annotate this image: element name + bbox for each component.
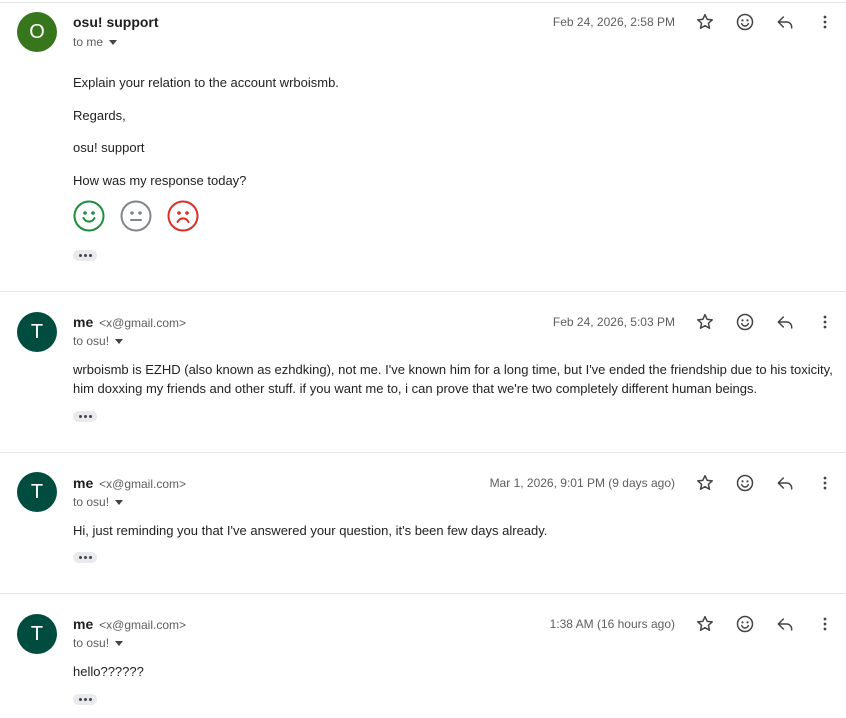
sender-name[interactable]: me [73, 314, 93, 330]
chevron-down-icon[interactable] [109, 40, 118, 45]
sender[interactable]: osu! support [73, 14, 159, 30]
message-date[interactable]: Feb 24, 2026, 2:58 PM [553, 15, 675, 29]
reply-icon[interactable] [773, 612, 797, 636]
message-date[interactable]: Feb 24, 2026, 5:03 PM [553, 315, 675, 329]
divider [0, 2, 846, 3]
emoji-icon[interactable] [733, 310, 757, 334]
message-body: wrboismb is EZHD (also known as ezhdking… [73, 360, 834, 398]
recipients-label: to osu! [73, 495, 110, 509]
reply-icon[interactable] [773, 10, 797, 34]
show-trimmed-content-button[interactable] [73, 552, 97, 563]
sender[interactable]: me <x@gmail.com> [73, 616, 186, 632]
more-vert-icon[interactable] [813, 612, 837, 636]
avatar[interactable]: O [17, 12, 57, 52]
recipients-toggle[interactable]: to me [73, 35, 118, 49]
recipients-toggle[interactable]: to osu! [73, 495, 124, 509]
message-body: hello?????? [73, 662, 834, 681]
body-paragraph: Regards, [73, 108, 126, 123]
divider [0, 452, 846, 453]
more-vert-icon[interactable] [813, 471, 837, 495]
ellipsis-icon [88, 556, 92, 559]
show-trimmed-content-button[interactable] [73, 411, 97, 422]
ellipsis-icon [88, 254, 92, 257]
show-trimmed-content-button[interactable] [73, 694, 97, 705]
more-vert-icon[interactable] [813, 310, 837, 334]
ellipsis-icon [83, 415, 87, 418]
chevron-down-icon[interactable] [115, 641, 124, 646]
sender-email: <x@gmail.com> [99, 618, 187, 632]
star-icon[interactable] [693, 310, 717, 334]
show-trimmed-content-button[interactable] [73, 250, 97, 261]
emoji-icon[interactable] [733, 10, 757, 34]
avatar-letter: T [30, 320, 44, 343]
ellipsis-icon [83, 254, 87, 257]
star-icon[interactable] [693, 10, 717, 34]
body-paragraph: wrboismb is EZHD (also known as ezhdking… [73, 362, 833, 396]
star-icon[interactable] [693, 471, 717, 495]
message-date[interactable]: 1:38 AM (16 hours ago) [550, 617, 675, 631]
body-paragraph: Explain your relation to the account wrb… [73, 75, 339, 90]
message-body: How was my response today? [73, 171, 834, 190]
ellipsis-icon [78, 556, 82, 559]
happy-face-icon[interactable] [73, 200, 105, 232]
avatar[interactable]: T [17, 312, 57, 352]
sender[interactable]: me <x@gmail.com> [73, 314, 186, 330]
neutral-face-icon[interactable] [120, 200, 152, 232]
reply-icon[interactable] [773, 310, 797, 334]
body-paragraph: hello?????? [73, 664, 144, 679]
avatar-letter: T [30, 480, 44, 503]
recipients-label: to osu! [73, 334, 110, 348]
avatar-letter: O [29, 20, 45, 43]
ellipsis-icon [83, 556, 87, 559]
message-body: osu! support [73, 138, 834, 157]
sender[interactable]: me <x@gmail.com> [73, 475, 186, 491]
ellipsis-icon [88, 698, 92, 701]
chevron-down-icon[interactable] [115, 339, 124, 344]
signature: osu! support [73, 140, 145, 155]
feedback-rating [73, 200, 199, 232]
ellipsis-icon [78, 698, 82, 701]
sender-email: <x@gmail.com> [99, 316, 187, 330]
ellipsis-icon [83, 698, 87, 701]
reply-icon[interactable] [773, 471, 797, 495]
ellipsis-icon [78, 254, 82, 257]
emoji-icon[interactable] [733, 471, 757, 495]
message-body: Regards, [73, 106, 834, 125]
sender-name[interactable]: me [73, 616, 93, 632]
avatar[interactable]: T [17, 614, 57, 654]
divider [0, 593, 846, 594]
email-thread: O osu! support to me Feb 24, 2026, 2:58 … [0, 0, 846, 718]
sender-email: <x@gmail.com> [99, 477, 187, 491]
star-icon[interactable] [693, 612, 717, 636]
recipients-toggle[interactable]: to osu! [73, 334, 124, 348]
divider [0, 291, 846, 292]
message-date[interactable]: Mar 1, 2026, 9:01 PM (9 days ago) [490, 476, 675, 490]
sad-face-icon[interactable] [167, 200, 199, 232]
recipients-label: to osu! [73, 636, 110, 650]
message-body: Hi, just reminding you that I've answere… [73, 521, 834, 540]
emoji-icon[interactable] [733, 612, 757, 636]
recipients-label: to me [73, 35, 104, 49]
message-body: Explain your relation to the account wrb… [73, 73, 834, 92]
feedback-question: How was my response today? [73, 173, 247, 188]
body-paragraph: Hi, just reminding you that I've answere… [73, 523, 548, 538]
recipients-toggle[interactable]: to osu! [73, 636, 124, 650]
sender-name[interactable]: me [73, 475, 93, 491]
sender-name[interactable]: osu! support [73, 14, 159, 30]
more-vert-icon[interactable] [813, 10, 837, 34]
avatar-letter: T [30, 622, 44, 645]
avatar[interactable]: T [17, 472, 57, 512]
chevron-down-icon[interactable] [115, 500, 124, 505]
ellipsis-icon [78, 415, 82, 418]
ellipsis-icon [88, 415, 92, 418]
